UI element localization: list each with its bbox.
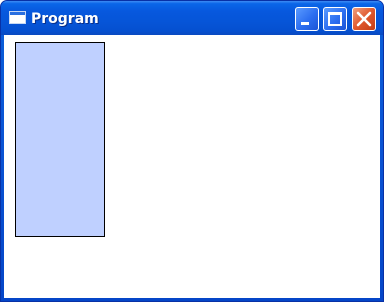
minimize-button[interactable]	[295, 7, 319, 31]
maximize-icon	[328, 12, 342, 26]
blue-panel	[15, 42, 105, 237]
program-window: Program	[0, 0, 384, 302]
window-title: Program	[31, 11, 99, 27]
close-icon	[356, 11, 372, 27]
close-button[interactable]	[352, 7, 376, 31]
minimize-icon	[301, 22, 309, 25]
client-area	[4, 35, 380, 298]
title-bar[interactable]: Program	[1, 1, 383, 35]
window-app-icon[interactable]	[9, 11, 26, 24]
maximize-button[interactable]	[323, 7, 347, 31]
